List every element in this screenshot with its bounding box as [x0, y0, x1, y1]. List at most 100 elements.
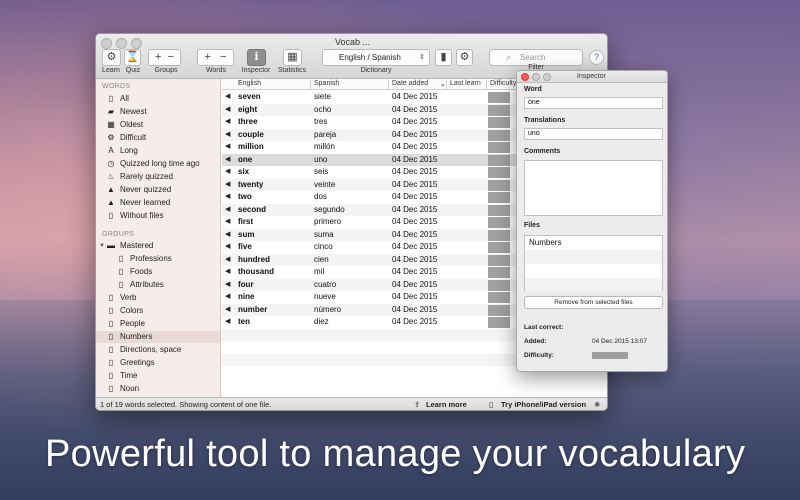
settings-button[interactable]: ⚙ — [456, 49, 473, 66]
column-english[interactable]: English — [238, 80, 261, 87]
speaker-icon[interactable]: ◀ — [225, 154, 230, 167]
sidebar-group-item[interactable]: ▯ Time — [96, 370, 220, 382]
sidebar-group-item[interactable]: ▯ Directions, space — [96, 344, 220, 356]
statistics-button[interactable]: ▦ — [283, 49, 302, 66]
sidebar-filter-item[interactable]: ▦ Oldest — [96, 119, 220, 131]
sidebar-filter-item[interactable]: ▯ Without files — [96, 210, 220, 222]
speaker-icon[interactable]: ◀ — [225, 116, 230, 129]
spanish-cell: cinco — [314, 242, 333, 251]
speaker-icon[interactable]: ◀ — [225, 241, 230, 254]
comments-textarea[interactable] — [524, 160, 663, 216]
column-separator — [388, 80, 389, 89]
difficulty-cell — [488, 292, 510, 303]
spanish-cell: mil — [314, 267, 325, 276]
difficulty-cell — [488, 117, 510, 128]
sidebar-group-item[interactable]: ▯ Noun — [96, 383, 220, 395]
date-cell: 04 Dec 2015 — [392, 254, 438, 264]
speaker-icon[interactable]: ◀ — [225, 216, 230, 229]
speaker-icon[interactable]: ◀ — [225, 191, 230, 204]
remove-word-icon[interactable]: − — [220, 51, 226, 63]
date-cell: 04 Dec 2015 — [392, 104, 438, 114]
help-button[interactable]: ? — [589, 50, 604, 65]
disclosure-triangle-icon[interactable]: ▼ — [99, 240, 105, 252]
add-word-icon[interactable]: + — [204, 51, 210, 63]
language-pair-select[interactable]: English / Spanish ⇕ — [322, 49, 430, 66]
english-cell: one — [238, 154, 253, 164]
gears-icon: ⚙ — [106, 51, 117, 63]
file-list-item[interactable]: Numbers — [525, 236, 662, 250]
close-inspector-button[interactable] — [521, 73, 529, 81]
speaker-icon[interactable]: ◀ — [225, 316, 230, 329]
files-list[interactable]: Numbers — [524, 235, 663, 292]
speaker-icon[interactable]: ◀ — [225, 304, 230, 317]
sidebar-group-item[interactable]: ▯ People — [96, 318, 220, 330]
groups-segmented[interactable]: + − — [148, 49, 181, 66]
speaker-icon[interactable]: ◀ — [225, 91, 230, 104]
status-bar: 1 of 19 words selected. Showing content … — [96, 397, 607, 410]
sidebar-group-item[interactable]: ▯ Foods — [96, 266, 220, 278]
speaker-icon[interactable]: ◀ — [225, 104, 230, 117]
inspector-button[interactable]: ℹ — [247, 49, 266, 66]
sidebar-group-item[interactable]: ▯ Numbers — [96, 331, 220, 343]
translations-field[interactable]: uno — [524, 128, 663, 140]
zoom-inspector-button[interactable] — [543, 73, 551, 81]
speaker-icon[interactable]: ◀ — [225, 254, 230, 267]
folder-icon: ▬ — [107, 241, 115, 250]
sidebar-group-item[interactable]: ▯ Verb — [96, 292, 220, 304]
speaker-icon[interactable]: ◀ — [225, 291, 230, 304]
words-segmented[interactable]: + − — [197, 49, 234, 66]
learn-more-link[interactable]: Learn more — [426, 398, 467, 410]
sidebar-item-label: Verb — [120, 293, 137, 302]
speaker-icon[interactable]: ◀ — [225, 229, 230, 242]
sidebar-item-label: Never quizzed — [120, 185, 172, 194]
spanish-cell: suma — [314, 229, 334, 239]
speaker-icon[interactable]: ◀ — [225, 179, 230, 192]
spanish-cell: dos — [314, 192, 327, 201]
sidebar-group-item[interactable]: ▯ Attributes — [96, 279, 220, 291]
comments-label: Comments — [524, 148, 561, 155]
sidebar-filter-item[interactable]: A Long — [96, 145, 220, 157]
selection-status: 1 of 19 words selected. Showing content … — [100, 400, 272, 409]
sidebar-item-label: Attributes — [130, 280, 164, 289]
column-difficulty[interactable]: Difficulty — [490, 80, 516, 87]
quiz-button[interactable]: ⌛ — [124, 49, 141, 66]
difficulty-cell — [488, 279, 510, 291]
remove-from-files-button[interactable]: Remove from selected files — [524, 296, 663, 309]
minimize-inspector-button[interactable] — [532, 73, 540, 81]
column-date-added[interactable]: Date added — [392, 80, 428, 87]
dictionary-book-button[interactable]: ▮ — [435, 49, 452, 66]
column-last-learn[interactable]: Last learn — [450, 80, 481, 87]
english-cell: number — [238, 304, 268, 314]
sidebar-filter-item[interactable]: ⚙ Difficult — [96, 132, 220, 144]
english-cell: three — [238, 117, 258, 126]
sidebar-group-item[interactable]: ▯ Colors — [96, 305, 220, 317]
sidebar-group-item[interactable]: ▼ ▬ Mastered — [96, 240, 220, 252]
date-cell: 04 Dec 2015 — [392, 117, 438, 126]
remove-group-icon[interactable]: − — [168, 51, 174, 63]
column-spanish[interactable]: Spanish — [314, 80, 339, 87]
difficulty-cell — [488, 204, 510, 216]
try-mobile-link[interactable]: Try iPhone/iPad version — [501, 398, 586, 410]
english-cell: two — [238, 192, 252, 201]
sidebar-filter-item[interactable]: ▲ Never quizzed — [96, 184, 220, 196]
document-icon: ▯ — [108, 306, 114, 315]
speaker-icon[interactable]: ◀ — [225, 279, 230, 292]
sidebar-item-label: Oldest — [120, 120, 144, 129]
sidebar-group-item[interactable]: ▯ Professions — [96, 253, 220, 265]
speaker-icon[interactable]: ◀ — [225, 129, 230, 142]
sidebar-group-item[interactable]: ▯ Greetings — [96, 357, 220, 369]
search-placeholder: Search — [520, 53, 546, 62]
speaker-icon[interactable]: ◀ — [225, 204, 230, 217]
speaker-icon[interactable]: ◀ — [225, 166, 230, 179]
sidebar-filter-item[interactable]: ▲ Never learned — [96, 197, 220, 209]
sidebar-filter-item[interactable]: ◷ Quizzed long time ago — [96, 158, 220, 170]
add-group-icon[interactable]: + — [155, 51, 161, 63]
learn-button[interactable]: ⚙ — [102, 49, 121, 66]
word-field[interactable]: one — [524, 97, 663, 109]
speaker-icon[interactable]: ◀ — [225, 266, 230, 279]
sidebar-filter-item[interactable]: ♨ Rarely quizzed — [96, 171, 220, 183]
speaker-icon[interactable]: ◀ — [225, 141, 230, 154]
sidebar-item-label: Never learned — [120, 198, 171, 207]
sidebar-filter-item[interactable]: ▯ All — [96, 93, 220, 105]
sidebar-filter-item[interactable]: ▰ Newest — [96, 106, 220, 118]
